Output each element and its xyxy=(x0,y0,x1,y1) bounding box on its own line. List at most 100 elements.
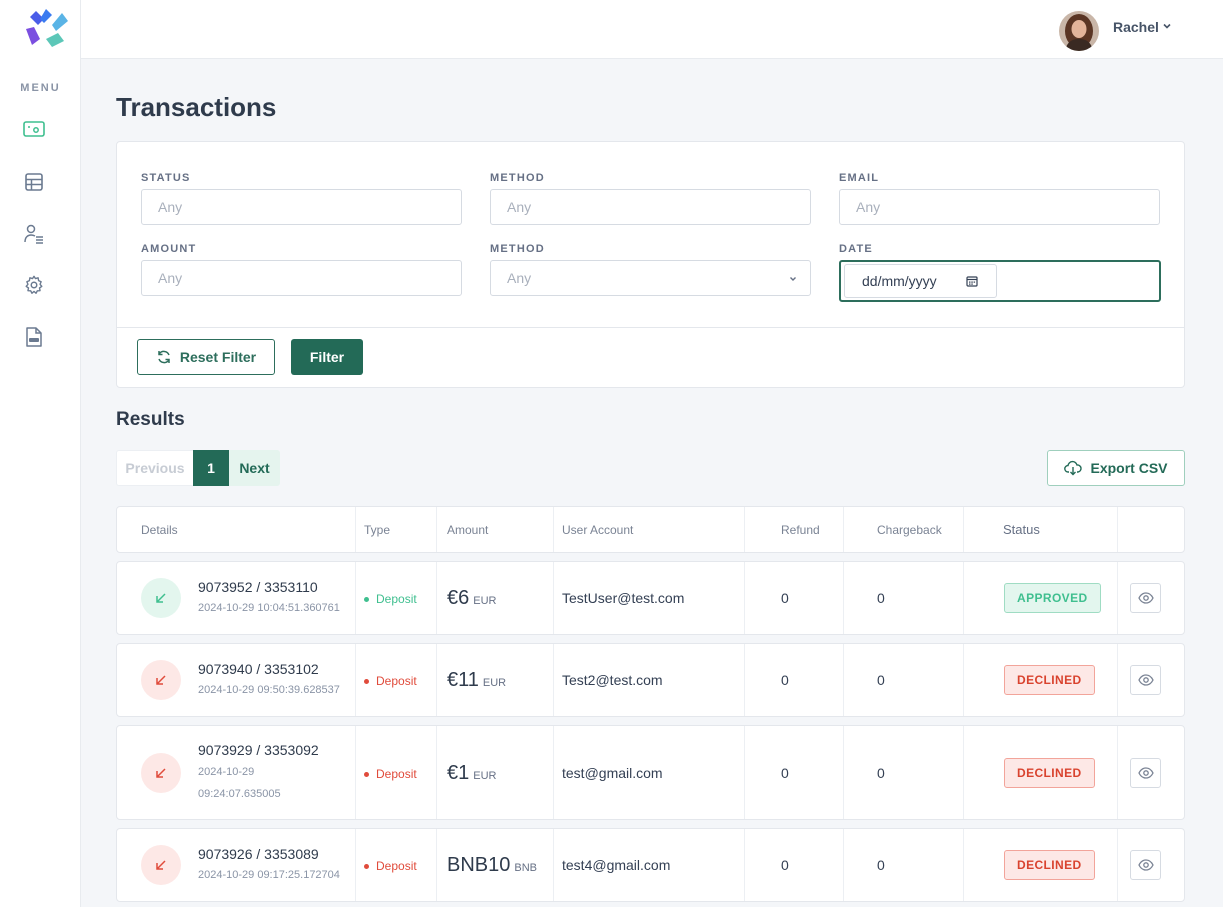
amount-value: BNB10 xyxy=(447,854,511,876)
export-csv-button[interactable]: Export CSV xyxy=(1047,450,1185,486)
date-input[interactable]: dd/mm/yyyy xyxy=(844,264,997,298)
status-badge: DECLINED xyxy=(1004,850,1095,880)
sidebar-item-settings[interactable] xyxy=(22,273,46,297)
results-title: Results xyxy=(116,409,185,430)
calendar-icon[interactable] xyxy=(966,275,978,287)
reset-filter-button[interactable]: Reset Filter xyxy=(137,339,275,375)
transaction-id: 9073926 / 3353089 xyxy=(198,846,319,862)
table-icon xyxy=(25,173,43,191)
column-divider xyxy=(355,507,356,552)
user-menu-name[interactable]: Rachel xyxy=(1113,19,1159,35)
sidebar-item-users[interactable] xyxy=(22,222,46,246)
table-header: Details Type Amount User Account Refund … xyxy=(116,506,1185,553)
table-row[interactable]: 9073929 / 3353092 2024-10-29 09:24:07.63… xyxy=(116,725,1185,820)
transaction-amount: BNB10 BNB xyxy=(447,854,537,877)
chargeback-count: 0 xyxy=(877,765,885,781)
transaction-type: Deposit xyxy=(364,592,417,606)
transaction-type: Deposit xyxy=(364,674,417,688)
view-transaction-button[interactable] xyxy=(1130,758,1161,788)
avatar-image xyxy=(1059,11,1099,51)
view-transaction-button[interactable] xyxy=(1130,583,1161,613)
method-select-label: METHOD xyxy=(490,243,545,255)
next-page-button[interactable]: Next xyxy=(229,450,280,486)
amount-input[interactable] xyxy=(141,260,462,296)
filter-button[interactable]: Filter xyxy=(291,339,363,375)
eye-icon xyxy=(1137,592,1154,604)
refund-count: 0 xyxy=(781,765,789,781)
status-badge: APPROVED xyxy=(1004,583,1101,613)
amount-currency: EUR xyxy=(473,770,497,782)
filter-card: STATUS METHOD EMAIL AMOUNT METHOD Any DA… xyxy=(116,141,1185,388)
doc-file-icon xyxy=(26,327,42,347)
transaction-id: 9073940 / 3353102 xyxy=(198,661,319,677)
status-badge: DECLINED xyxy=(1004,758,1095,788)
column-divider xyxy=(843,726,844,819)
column-divider xyxy=(355,644,356,716)
column-header-details: Details xyxy=(141,523,178,537)
column-divider xyxy=(1117,644,1118,716)
column-header-status: Status xyxy=(1003,522,1040,537)
money-icon xyxy=(23,121,45,137)
column-divider xyxy=(553,726,554,819)
amount-label: AMOUNT xyxy=(141,243,197,255)
chevron-down-icon[interactable] xyxy=(1162,21,1172,31)
column-divider xyxy=(843,829,844,901)
column-divider xyxy=(843,644,844,716)
gear-icon xyxy=(25,275,43,294)
user-account: TestUser@test.com xyxy=(562,590,685,606)
sidebar-item-transactions[interactable] xyxy=(22,117,46,141)
transaction-id: 9073952 / 3353110 xyxy=(198,579,318,595)
column-divider xyxy=(843,562,844,634)
avatar[interactable] xyxy=(1059,11,1099,51)
refresh-icon xyxy=(158,350,170,364)
filter-divider xyxy=(117,327,1184,328)
eye-icon xyxy=(1137,767,1154,779)
column-divider xyxy=(553,507,554,552)
column-divider xyxy=(744,507,745,552)
view-transaction-button[interactable] xyxy=(1130,665,1161,695)
column-divider xyxy=(436,507,437,552)
sidebar-item-docs[interactable] xyxy=(22,325,46,349)
top-bar: Rachel xyxy=(81,0,1223,59)
transaction-amount: €11 EUR xyxy=(447,669,506,692)
column-header-amount: Amount xyxy=(447,523,489,537)
amount-value: €1 xyxy=(447,762,470,784)
transaction-amount: €6 EUR xyxy=(447,587,496,610)
page-number-button[interactable]: 1 xyxy=(193,450,229,486)
arrow-down-left-icon xyxy=(156,860,166,870)
column-divider xyxy=(744,644,745,716)
email-label: EMAIL xyxy=(839,172,880,184)
method-select[interactable]: Any xyxy=(490,260,811,296)
view-transaction-button[interactable] xyxy=(1130,850,1161,880)
table-row[interactable]: 9073926 / 3353089 2024-10-29 09:17:25.17… xyxy=(116,828,1185,902)
brand-logo xyxy=(26,9,68,47)
chargeback-count: 0 xyxy=(877,672,885,688)
transaction-type-label: Deposit xyxy=(376,674,417,688)
transaction-type: Deposit xyxy=(364,859,417,873)
previous-page-button[interactable]: Previous xyxy=(116,450,193,486)
transaction-type: Deposit xyxy=(364,767,417,781)
date-placeholder: dd/mm/yyyy xyxy=(862,273,937,289)
column-divider xyxy=(963,644,964,716)
table-row[interactable]: 9073940 / 3353102 2024-10-29 09:50:39.62… xyxy=(116,643,1185,717)
column-divider xyxy=(744,562,745,634)
column-divider xyxy=(963,829,964,901)
column-divider xyxy=(355,829,356,901)
transaction-date: 2024-10-29 09:50:39.628537 xyxy=(198,684,340,696)
transaction-type-label: Deposit xyxy=(376,592,417,606)
column-divider xyxy=(1117,507,1118,552)
status-dot xyxy=(364,863,369,869)
transaction-time: 09:24:07.635005 xyxy=(198,788,281,800)
method-input[interactable] xyxy=(490,189,811,225)
transaction-id: 9073929 / 3353092 xyxy=(198,742,319,758)
table-row[interactable]: 9073952 / 3353110 2024-10-29 10:04:51.36… xyxy=(116,561,1185,635)
sidebar-item-table[interactable] xyxy=(22,170,46,194)
column-divider xyxy=(436,829,437,901)
amount-value: €11 xyxy=(447,669,479,691)
chargeback-count: 0 xyxy=(877,590,885,606)
column-divider xyxy=(963,507,964,552)
email-input[interactable] xyxy=(839,189,1160,225)
status-input[interactable] xyxy=(141,189,462,225)
status-dot xyxy=(364,596,369,602)
amount-currency: EUR xyxy=(473,595,497,607)
